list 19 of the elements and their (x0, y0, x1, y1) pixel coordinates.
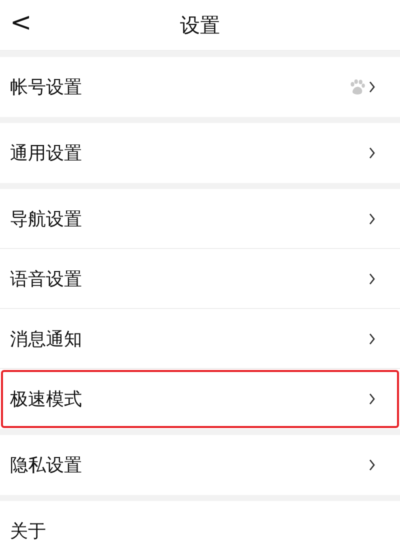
settings-row[interactable]: 消息通知 (0, 309, 400, 369)
row-label: 消息通知 (10, 328, 82, 350)
row-label: 隐私设置 (10, 454, 82, 477)
page-title: 设置 (180, 12, 220, 38)
settings-row[interactable]: 通用设置 (0, 123, 400, 183)
row-label: 语音设置 (10, 268, 82, 290)
settings-row[interactable]: 帐号设置 (0, 57, 400, 117)
settings-row[interactable]: 关于 (0, 501, 400, 550)
settings-row[interactable]: 极速模式 (0, 369, 400, 429)
row-label: 导航设置 (10, 208, 82, 230)
row-label: 极速模式 (10, 388, 82, 411)
settings-row[interactable]: 导航设置 (0, 189, 400, 249)
paw-icon (348, 78, 366, 96)
row-label: 关于 (10, 520, 46, 543)
row-label: 通用设置 (10, 142, 82, 165)
back-button[interactable]: < (10, 8, 32, 38)
settings-row[interactable]: 语音设置 (0, 249, 400, 309)
row-label: 帐号设置 (10, 76, 82, 99)
settings-row[interactable]: 隐私设置 (0, 435, 400, 495)
